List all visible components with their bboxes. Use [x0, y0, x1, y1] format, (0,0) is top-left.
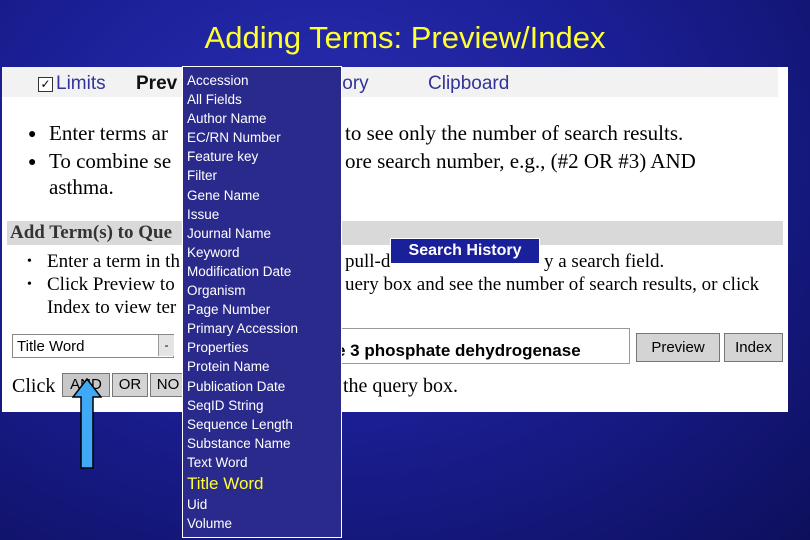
- query-input-value: e 3 phosphate dehydrogenase: [336, 341, 581, 360]
- search-field-option[interactable]: Journal Name: [187, 224, 298, 243]
- tab-limits[interactable]: Limits: [56, 73, 106, 95]
- limits-checkbox[interactable]: ✓: [38, 77, 53, 92]
- up-arrow-icon: [72, 378, 102, 469]
- instruction-text: y a search field.: [544, 251, 665, 272]
- search-history-badge: Search History: [390, 238, 540, 264]
- search-field-option[interactable]: Uid: [187, 495, 298, 514]
- instruction-text: uery box and see the number of search re…: [345, 274, 760, 295]
- bullet-dot: •: [27, 277, 32, 292]
- bullet-dot: ●: [28, 127, 37, 142]
- search-field-option[interactable]: Publication Date: [187, 377, 298, 396]
- index-button[interactable]: Index: [724, 333, 783, 362]
- instruction-text: Enter a term in th: [47, 251, 180, 272]
- search-field-option[interactable]: Accession: [187, 71, 298, 90]
- section-title: Add Term(s) to Que: [10, 222, 173, 243]
- help-text: asthma.: [49, 175, 114, 199]
- click-suffix-text: the query box.: [343, 375, 458, 397]
- help-text: Enter terms ar: [49, 121, 168, 145]
- search-field-option[interactable]: Feature key: [187, 147, 298, 166]
- search-field-option[interactable]: Substance Name: [187, 434, 298, 453]
- search-field-option[interactable]: Page Number: [187, 300, 298, 319]
- help-text: ore search number, e.g., (#2 OR #3) AND: [345, 149, 696, 173]
- search-field-options: Accession All Fields Author Name EC/RN Numb…: [187, 71, 298, 533]
- search-field-option[interactable]: Properties: [187, 338, 298, 357]
- search-field-option[interactable]: Title Word: [187, 472, 298, 495]
- search-field-option[interactable]: Sequence Length: [187, 415, 298, 434]
- search-field-option[interactable]: Author Name: [187, 109, 298, 128]
- or-button[interactable]: OR: [112, 373, 148, 397]
- search-field-option[interactable]: Issue: [187, 205, 298, 224]
- instruction-text: Click Preview to: [47, 274, 175, 295]
- search-field-option[interactable]: All Fields: [187, 90, 298, 109]
- tab-clipboard[interactable]: Clipboard: [428, 73, 509, 95]
- instruction-text: Index to view ter: [47, 297, 177, 318]
- search-field-option[interactable]: Volume: [187, 514, 298, 533]
- search-field-option[interactable]: SeqID String: [187, 396, 298, 415]
- search-field-option[interactable]: Primary Accession: [187, 319, 298, 338]
- tab-preview-index[interactable]: Prev: [136, 73, 177, 95]
- search-field-option[interactable]: Modification Date: [187, 262, 298, 281]
- search-field-option[interactable]: Protein Name: [187, 357, 298, 376]
- slide-title: Adding Terms: Preview/Index: [204, 20, 606, 55]
- search-field-option[interactable]: Text Word: [187, 453, 298, 472]
- instruction-text: pull-d: [345, 251, 391, 272]
- click-label: Click: [12, 375, 56, 397]
- not-button[interactable]: NO: [150, 373, 186, 397]
- search-field-option[interactable]: Gene Name: [187, 186, 298, 205]
- search-field-value: Title Word: [17, 338, 85, 355]
- tab-bar: [2, 67, 778, 97]
- select-arrow-icon[interactable]: -: [158, 335, 174, 356]
- help-text: to see only the number of search results…: [345, 121, 684, 145]
- bullet-dot: •: [27, 254, 32, 269]
- preview-button[interactable]: Preview: [636, 333, 720, 362]
- search-field-option[interactable]: Organism: [187, 281, 298, 300]
- bullet-dot: ●: [28, 155, 37, 170]
- help-text: To combine se: [49, 149, 172, 173]
- search-field-option[interactable]: EC/RN Number: [187, 128, 298, 147]
- search-field-option[interactable]: Filter: [187, 166, 298, 185]
- search-field-option[interactable]: Keyword: [187, 243, 298, 262]
